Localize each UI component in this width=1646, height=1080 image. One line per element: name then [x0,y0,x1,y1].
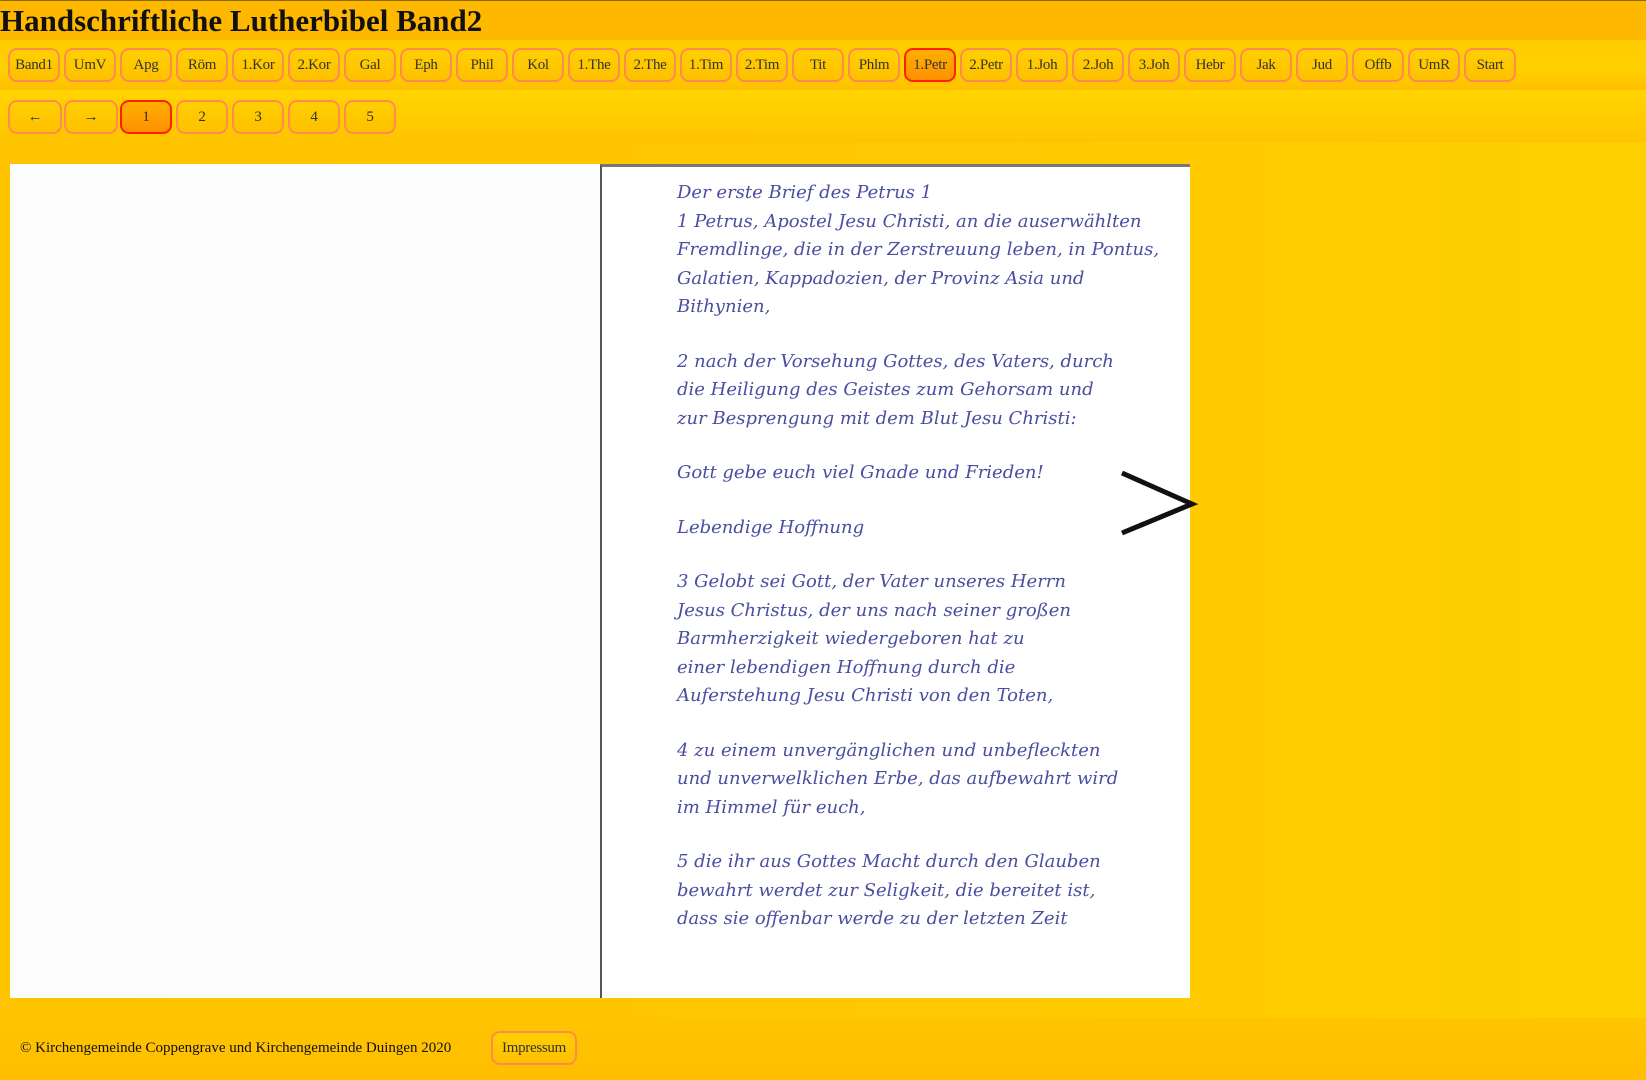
book-button-eph[interactable]: Eph [400,48,452,82]
chevron-right-icon[interactable] [1120,469,1200,539]
book-button-umr[interactable]: UmR [1408,48,1460,82]
prev-page-button[interactable]: ← [8,100,62,134]
book-button-apg[interactable]: Apg [120,48,172,82]
page-button-2[interactable]: 2 [176,100,228,134]
copyright-text: © Kirchengemeinde Coppengrave und Kirche… [20,1040,452,1056]
text-line: 5 die ihr aus Gottes Macht durch den Gla… [677,851,1101,872]
page-button-3[interactable]: 3 [232,100,284,134]
book-nav: Band1 UmV Apg Röm 1.Kor 2.Kor Gal Eph Phil Kol 1.T… [0,40,1646,90]
book-button-phlm[interactable]: Phlm [848,48,900,82]
text-line: einer lebendigen Hoffnung durch die [677,656,1016,678]
text-line: Lebendige Hoffnung [677,516,865,538]
page-button-1[interactable]: 1 [120,100,172,134]
text-line: die Heiligung des Geistes zum Gehorsam u… [677,379,1094,400]
book-button-gal[interactable]: Gal [344,48,396,82]
book-button-phil[interactable]: Phil [456,48,508,82]
manuscript-page: Der erste Brief des Petrus 1 1 Petrus, Ap… [600,164,1190,998]
book-button-offb[interactable]: Offb [1352,48,1404,82]
book-button-2the[interactable]: 2.The [624,48,676,82]
book-button-2joh[interactable]: 2.Joh [1072,48,1124,82]
text-line: Der erste Brief des Petrus 1 [677,182,933,203]
page-title: Handschriftliche Lutherbibel Band2 [0,0,1646,41]
page-button-4[interactable]: 4 [288,100,340,134]
book-button-kol[interactable]: Kol [512,48,564,82]
book-button-jud[interactable]: Jud [1296,48,1348,82]
text-line: im Himmel für euch, [677,796,866,818]
text-line: Gott gebe euch viel Gnade und Frieden! [677,462,1044,483]
text-line: 2 nach der Vorsehung Gottes, des Vaters,… [677,350,1114,372]
text-line: bewahrt werdet zur Seligkeit, die bereit… [677,879,1096,901]
page-button-5[interactable]: 5 [344,100,396,134]
book-button-1kor[interactable]: 1.Kor [232,48,284,82]
text-line: und unverwelklichen Erbe, das aufbewahrt… [677,768,1119,789]
text-line: zur Besprengung mit dem Blut Jesu Christ… [677,407,1077,429]
book-button-umv[interactable]: UmV [64,48,116,82]
book-button-band1[interactable]: Band1 [8,48,60,82]
text-line: 1 Petrus, Apostel Jesu Christi, an die a… [677,210,1142,232]
book-viewer: Der erste Brief des Petrus 1 1 Petrus, Ap… [10,164,1199,998]
text-line: 4 zu einem unvergänglichen und unbefleck… [677,739,1101,761]
left-page-blank [10,164,600,998]
text-line: Barmherzigkeit wiedergeboren hat zu [677,628,1025,649]
text-line: Bithynien, [677,296,771,317]
footer: © Kirchengemeinde Coppengrave und Kirche… [0,1018,1646,1080]
text-line: Jesus Christus, der uns nach seiner groß… [677,599,1071,621]
next-page-button[interactable]: → [64,100,118,134]
book-button-3joh[interactable]: 3.Joh [1128,48,1180,82]
page-nav: ← → 1 2 3 4 5 [0,90,1646,142]
book-button-1tim[interactable]: 1.Tim [680,48,732,82]
book-button-rm[interactable]: Röm [176,48,228,82]
book-button-1the[interactable]: 1.The [568,48,620,82]
text-line: 3 Gelobt sei Gott, der Vater unseres Her… [677,571,1067,592]
book-button-1petr[interactable]: 1.Petr [904,48,956,82]
text-line: dass sie offenbar werde zu der letzten Z… [677,908,1068,929]
book-button-1joh[interactable]: 1.Joh [1016,48,1068,82]
book-button-2tim[interactable]: 2.Tim [736,48,788,82]
book-button-start[interactable]: Start [1464,48,1516,82]
book-button-hebr[interactable]: Hebr [1184,48,1236,82]
text-line: Galatien, Kappadozien, der Provinz Asia … [677,267,1085,289]
text-line: Auferstehung Jesu Christi von den Toten, [677,685,1054,706]
handwritten-text: Der erste Brief des Petrus 1 1 Petrus, Ap… [677,179,1167,934]
book-button-2petr[interactable]: 2.Petr [960,48,1012,82]
text-line: Fremdlinge, die in der Zerstreuung leben… [677,239,1160,260]
book-button-jak[interactable]: Jak [1240,48,1292,82]
impressum-link[interactable]: Impressum [491,1031,577,1065]
book-button-tit[interactable]: Tit [792,48,844,82]
book-button-2kor[interactable]: 2.Kor [288,48,340,82]
